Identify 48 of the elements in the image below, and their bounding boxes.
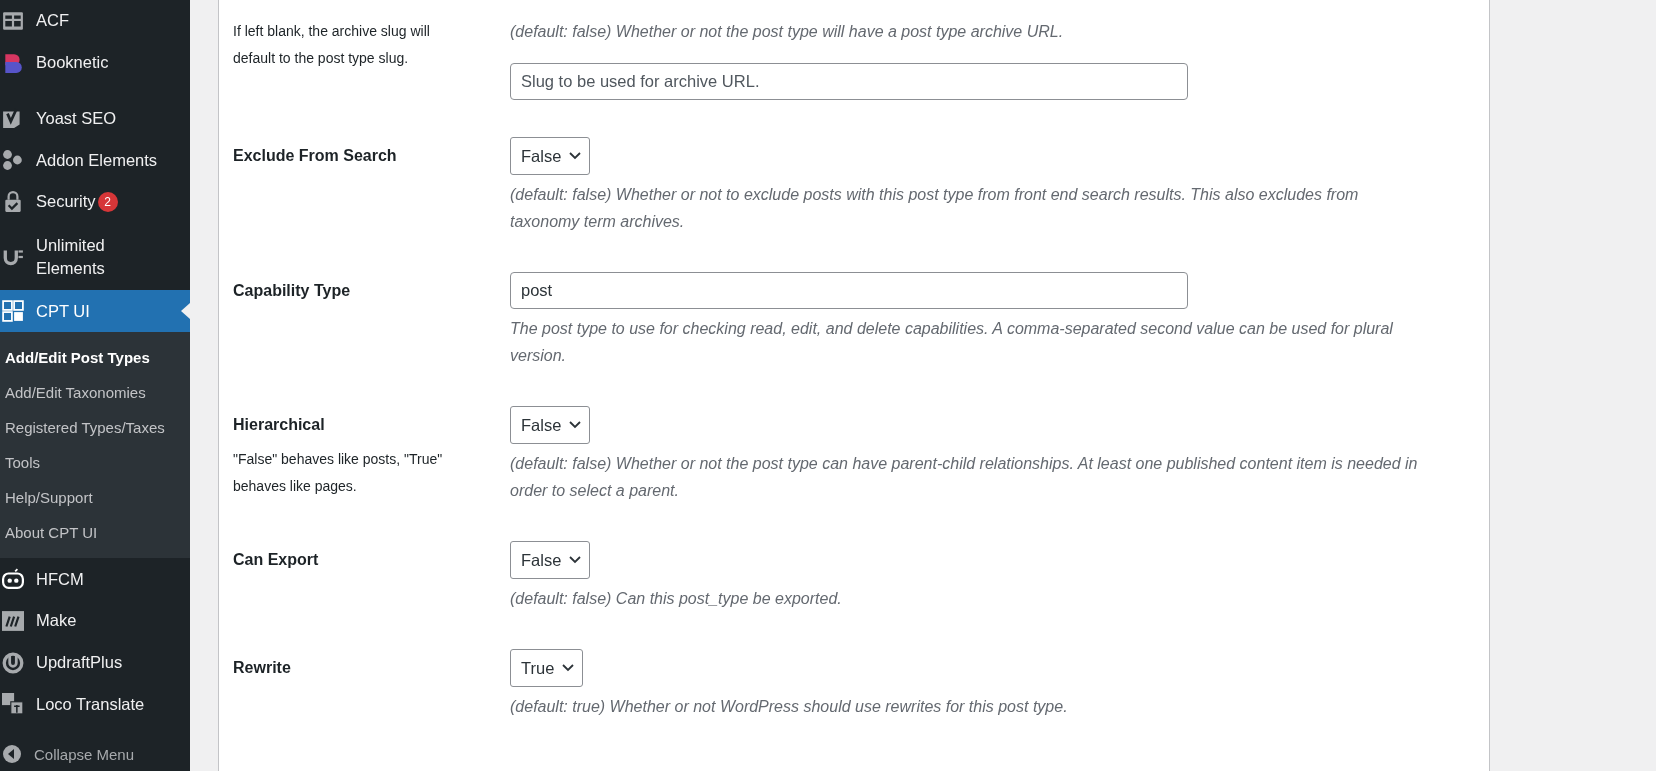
field-description: (default: false) Whether or not the post type can have parent-child relationships. At least one published content item is needed in order to select a parent. bbox=[510, 454, 1419, 501]
menu-item[interactable]: Addon Elements bbox=[0, 139, 190, 182]
submenu-item[interactable]: Add/Edit Taxonomies bbox=[0, 375, 190, 411]
menu-icon bbox=[2, 300, 24, 323]
help-text: "False" behaves like posts, "True" behaves like pages. bbox=[233, 450, 444, 496]
chevron-down-icon bbox=[562, 664, 575, 672]
menu-item[interactable]: Make bbox=[0, 599, 190, 642]
text-field[interactable]: Slug to be used for archive URL. bbox=[510, 63, 1188, 100]
submenu-item[interactable]: About CPT UI bbox=[0, 515, 190, 551]
menu-icon bbox=[2, 568, 24, 591]
text-field[interactable]: post bbox=[510, 272, 1188, 309]
submenu-item[interactable]: Tools bbox=[0, 445, 190, 481]
menu-item[interactable]: Security 2 bbox=[0, 181, 190, 223]
menu-item[interactable]: CPT UI bbox=[0, 290, 190, 333]
field-description: (default: false) Can this post_type be exported. bbox=[510, 589, 842, 609]
menu-icon bbox=[2, 651, 24, 674]
menu-item[interactable]: UpdraftPlus bbox=[0, 641, 190, 684]
select-dropdown[interactable]: False bbox=[510, 137, 591, 175]
chevron-down-icon bbox=[569, 421, 582, 429]
menu-icon bbox=[2, 149, 24, 172]
help-text: If left blank, the archive slug will default to the post type slug. bbox=[233, 22, 431, 68]
menu-item[interactable]: Unlimited Elements bbox=[0, 222, 190, 291]
setting-label: Hierarchical bbox=[233, 416, 326, 434]
submenu-item[interactable]: Help/Support bbox=[0, 480, 190, 516]
menu-item[interactable]: HFCM bbox=[0, 558, 190, 600]
chevron-down-icon bbox=[569, 556, 582, 564]
menu-item[interactable]: Loco Translate bbox=[0, 683, 190, 726]
field-description: (default: false) Whether or not the post type will have a post type archive URL. bbox=[510, 22, 1064, 42]
active-indicator bbox=[181, 303, 190, 320]
menu-item[interactable]: Booknetic bbox=[0, 41, 190, 84]
field-description: (default: true) Whether or not WordPress should use rewrites for this post type. bbox=[510, 697, 1068, 717]
count-badge: 2 bbox=[97, 192, 118, 213]
setting-label: Capability Type bbox=[233, 282, 352, 300]
field-description: (default: false) Whether or not to exclude posts with this post type from front end search results. This also excludes from taxonomy term archives. bbox=[510, 185, 1360, 232]
menu-item[interactable]: Yoast SEO bbox=[0, 97, 190, 140]
collapse-menu-button[interactable]: Collapse Menu bbox=[0, 737, 190, 771]
chevron-down-icon bbox=[569, 152, 582, 160]
field-description: The post type to use for checking read, edit, and delete capabilities. A comma-separated second value can be used for plural version. bbox=[510, 319, 1394, 366]
submenu-item[interactable]: Add/Edit Post Types bbox=[0, 340, 190, 376]
menu-icon bbox=[2, 51, 24, 74]
select-dropdown[interactable]: True bbox=[510, 649, 584, 687]
setting-label: Exclude From Search bbox=[233, 147, 398, 165]
setting-label: Can Export bbox=[233, 551, 320, 569]
select-dropdown[interactable]: False bbox=[510, 541, 591, 579]
submenu-item[interactable]: Registered Types/Taxes bbox=[0, 410, 190, 446]
menu-item[interactable]: ACF bbox=[0, 0, 190, 42]
setting-label: Rewrite bbox=[233, 659, 292, 677]
select-dropdown[interactable]: False bbox=[510, 406, 591, 444]
